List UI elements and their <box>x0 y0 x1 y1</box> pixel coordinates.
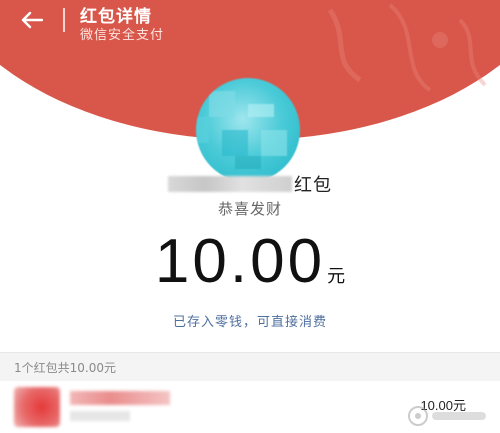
amount-unit: 元 <box>327 266 346 287</box>
title-separator <box>63 8 65 32</box>
page-subtitle: 微信安全支付 <box>80 28 165 43</box>
red-packet-detail-screen: 红包详情 微信安全支付 红包 恭喜发财 10.00 元 已存入零钱，可直接消费 1… <box>0 0 500 433</box>
pixelated-avatar-image <box>196 91 287 169</box>
sender-name: 红包 <box>0 171 500 197</box>
back-button[interactable] <box>14 6 50 34</box>
back-arrow-icon <box>21 11 43 29</box>
greeting-message: 恭喜发财 <box>217 200 282 218</box>
header-decoration <box>327 3 487 92</box>
summary-bar: 1个红包共10.00元 <box>0 353 500 381</box>
stored-to-change-link[interactable]: 已存入零钱，可直接消费 <box>0 311 500 330</box>
sender-avatar[interactable] <box>196 78 300 182</box>
watermark-logo <box>408 406 486 426</box>
receiver-avatar <box>14 387 60 427</box>
amount-value: 10.00 <box>154 227 326 296</box>
blurred-receive-time <box>70 411 130 421</box>
blurred-sender-name <box>168 176 292 192</box>
summary-text: 1个红包共10.00元 <box>14 361 116 375</box>
amount-display: 10.00 元 <box>0 226 500 297</box>
sender-suffix: 红包 <box>294 175 332 196</box>
blurred-receiver-name <box>70 391 170 405</box>
